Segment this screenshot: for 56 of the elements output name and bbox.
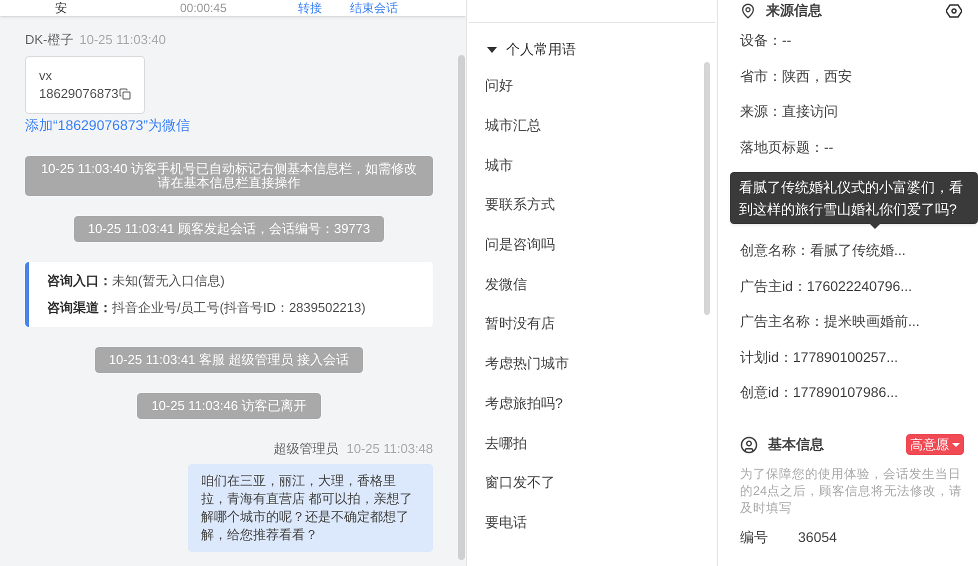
location-pin-icon <box>740 2 756 18</box>
phrase-group-toggle[interactable]: 个人常用语 <box>467 39 717 60</box>
caret-icon <box>952 442 960 446</box>
source-info-row-text: 广告主id：176022240796... <box>740 276 913 296</box>
section-title: 基本信息 <box>768 435 825 454</box>
scrollbar[interactable] <box>458 55 465 560</box>
source-info-row-text: 来源：直接访问 <box>740 102 839 121</box>
phrase-item[interactable]: 暂时没有店 <box>485 304 717 344</box>
system-message: 10-25 11:03:40 访客手机号已自动标记右侧基本信息栏，如需修改请在基本信息栏直接操作 <box>25 156 433 196</box>
message-bubble: 咱们在三亚，丽江，大理，香格里拉，青海有直营店 都可以拍，亲想了解哪个城市的呢？还是不确定都想了解，给您推荐看看？ <box>188 464 433 552</box>
phrase-item[interactable]: 考虑热门城市 <box>485 344 717 384</box>
intent-dropdown[interactable]: 高意愿 <box>906 434 964 456</box>
phrase-item[interactable]: 城市 <box>485 145 717 186</box>
tooltip-arrow-icon <box>870 224 880 229</box>
tooltip: 看腻了传统婚礼仪式的小富婆们，看到这样的旅行雪山婚礼你们爱了吗? <box>730 172 978 224</box>
section-title: 来源信息 <box>766 1 823 20</box>
info-value: 未知(暂无入口信息) <box>112 272 225 290</box>
phrase-item[interactable]: 问是咨询吗 <box>485 224 717 264</box>
source-info-row-text: 广告主名称：提米映画婚前... <box>740 312 921 332</box>
duration: 00:00:45 <box>180 1 228 15</box>
message-bubble: vx 18629076873 <box>25 56 145 114</box>
copy-icon[interactable] <box>118 88 131 100</box>
info-label: 咨询入口： <box>47 272 112 290</box>
source-info-row-text: 省市：陕西，西安 <box>740 66 853 86</box>
phrase-item[interactable]: 要电话 <box>485 502 717 542</box>
user-icon <box>740 436 758 454</box>
phrase-item[interactable]: 城市汇总 <box>485 106 717 146</box>
source-info-row-text: 创意名称：看腻了传统婚... <box>740 241 907 260</box>
field-value: 36054 <box>798 528 837 546</box>
phrase-item[interactable]: 问好 <box>485 66 717 106</box>
field-label: 编号 <box>740 528 769 546</box>
system-message: 10-25 11:03:41 顾客发起会话，会话编号：39773 <box>74 216 384 242</box>
phrase-item[interactable]: 窗口发不了 <box>485 462 717 503</box>
info-value: 抖音企业号/员工号(抖音号ID：2839502213) <box>112 299 366 317</box>
info-label: 咨询渠道： <box>47 299 112 317</box>
settings-icon[interactable] <box>946 2 962 18</box>
message-time: 10-25 11:03:40 <box>79 31 166 49</box>
sender-name: 超级管理员 <box>274 440 338 458</box>
scrollbar[interactable] <box>704 62 710 315</box>
system-message: 10-25 11:03:46 访客已离开 <box>137 392 321 418</box>
phrase-item[interactable]: 要联系方式 <box>485 185 717 225</box>
header-action[interactable]: 结束会话 <box>350 1 398 15</box>
notice-text: 为了保障您的使用体验，会话发生当日的24点之后，顾客信息将无法修改，请及时填写 <box>740 466 963 516</box>
phrase-item[interactable]: 去哪拍 <box>485 423 717 463</box>
source-info-row-text: 计划id：177890100257... <box>740 348 899 367</box>
source-info-row-text: 创意id：177890107986... <box>740 383 899 402</box>
header-action[interactable]: 转接 <box>298 1 322 15</box>
system-message: 10-25 11:03:41 客服 超级管理员 接入会话 <box>94 346 364 372</box>
phrase-item[interactable]: 发微信 <box>485 264 717 304</box>
visitor-name: 安 <box>55 1 68 15</box>
source-info-row-text: 设备：-- <box>740 31 792 50</box>
sender-name: DK-橙子 <box>25 31 74 49</box>
caret-icon <box>487 46 497 52</box>
message-time: 10-25 11:03:48 <box>346 440 433 458</box>
source-info-row-text: 落地页标题：-- <box>740 138 834 156</box>
phrase-item[interactable]: 考虑旅拍吗? <box>485 384 717 424</box>
